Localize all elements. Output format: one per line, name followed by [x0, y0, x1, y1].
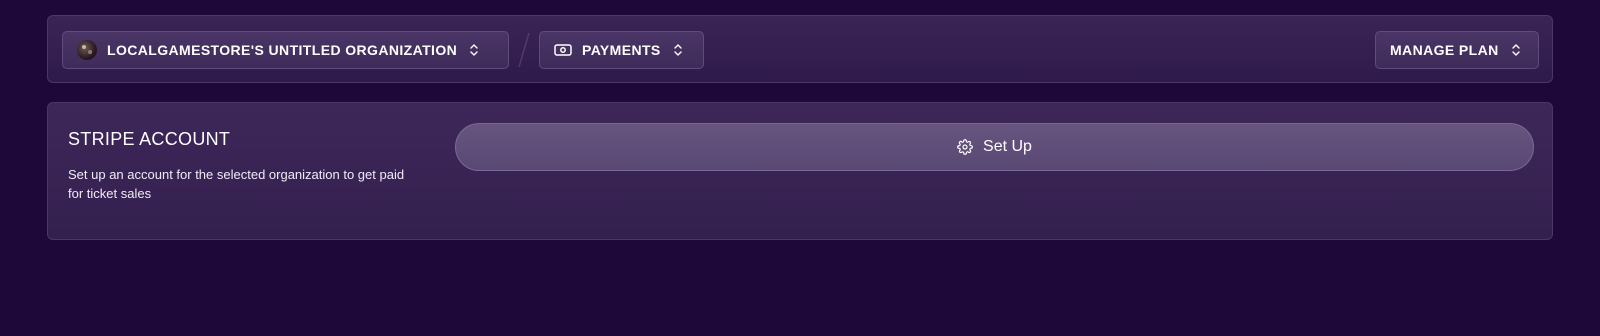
breadcrumb-separator [518, 32, 530, 68]
section-selector-payments[interactable]: PAYMENTS [539, 31, 704, 69]
chevron-up-down-icon [673, 43, 683, 57]
panel-title: STRIPE ACCOUNT [68, 129, 231, 149]
top-navigation-bar: LOCALGAMESTORE'S UNTITLED ORGANIZATION P… [47, 15, 1553, 83]
manage-plan-label: MANAGE PLAN [1390, 42, 1499, 58]
organization-avatar [77, 40, 97, 60]
set-up-label: Set Up [983, 138, 1032, 155]
panel-description: Set up an account for the selected organ… [68, 167, 405, 201]
set-up-button[interactable]: Set Up [455, 123, 1534, 171]
gear-icon [957, 139, 973, 155]
manage-plan-button[interactable]: MANAGE PLAN [1375, 31, 1539, 69]
chevron-up-down-icon [469, 43, 479, 57]
organization-selector[interactable]: LOCALGAMESTORE'S UNTITLED ORGANIZATION [62, 31, 509, 69]
cash-icon [554, 44, 572, 56]
section-label: PAYMENTS [582, 42, 661, 58]
stripe-account-panel: STRIPE ACCOUNT Set up an account for the… [47, 102, 1553, 240]
chevron-up-down-icon [1511, 43, 1521, 57]
organization-name: LOCALGAMESTORE'S UNTITLED ORGANIZATION [107, 42, 458, 58]
